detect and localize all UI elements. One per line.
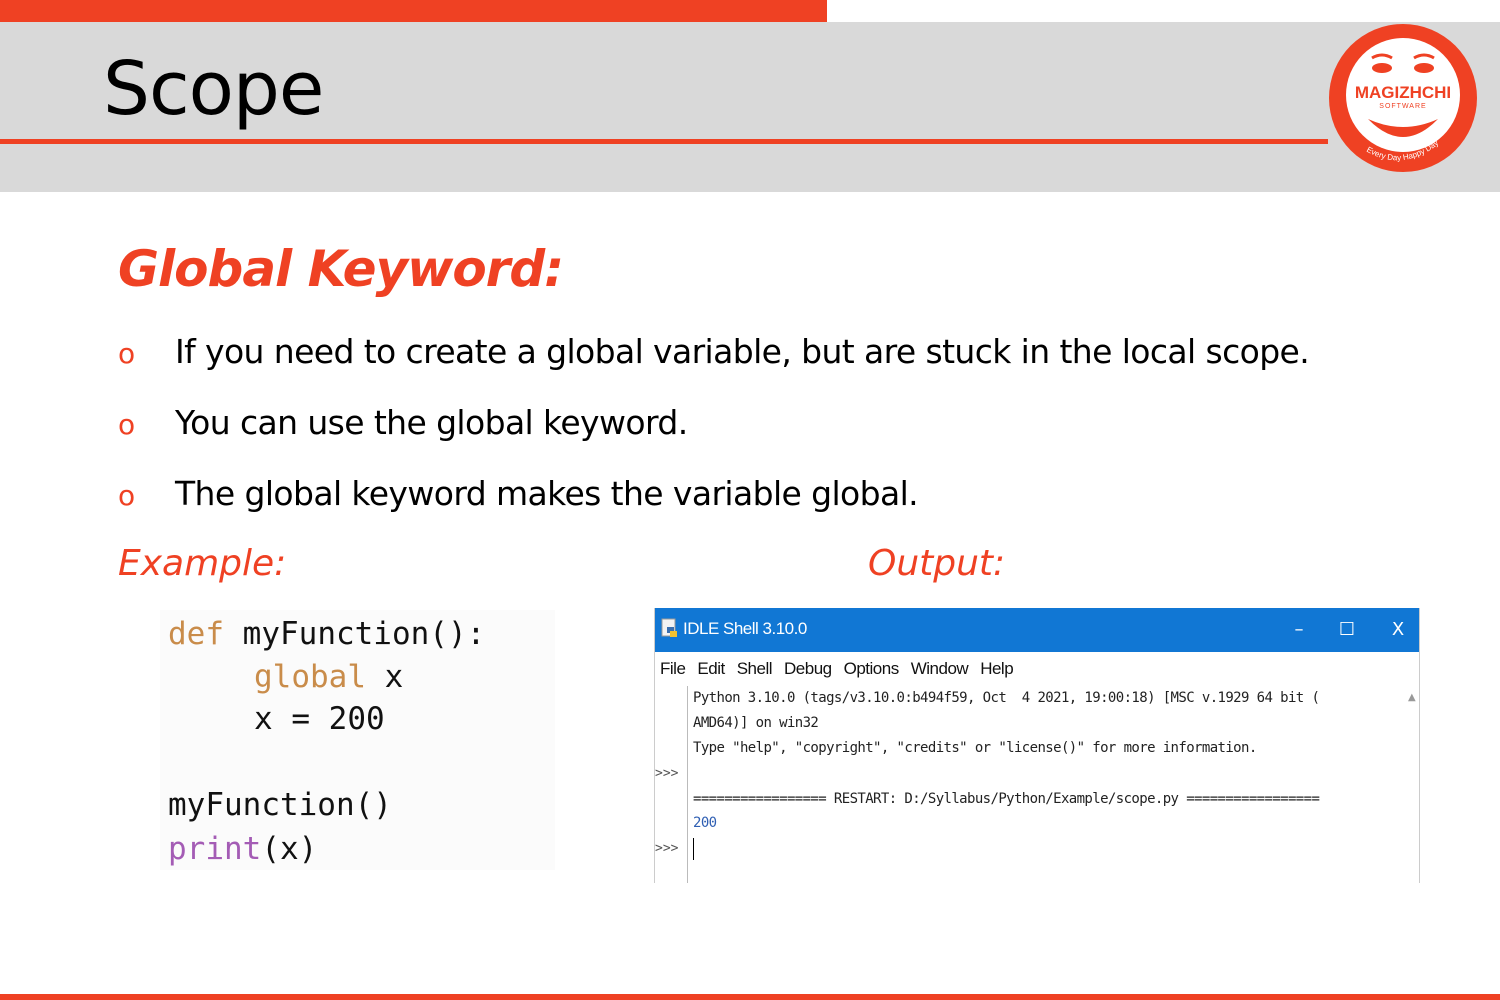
bullet-marker: o [118,479,136,512]
code-line: print(x) [168,831,317,867]
logo-brand: MAGIZHCHI [1355,83,1451,102]
scroll-up-icon[interactable]: ▲ [1408,692,1416,703]
logo-sub: SOFTWARE [1379,103,1426,110]
shell-output-line: Python 3.10.0 (tags/v3.10.0:b494f59, Oct… [693,690,1320,706]
shell-prompt: >>> [655,841,679,856]
close-button[interactable]: X [1378,614,1418,646]
idle-menubar: File Edit Shell Debug Options Window Hel… [655,654,1419,684]
section-heading: Global Keyword: [118,240,564,298]
maximize-button[interactable]: ☐ [1327,614,1367,646]
code-keyword: global [254,659,366,695]
menu-window[interactable]: Window [906,654,975,684]
example-label: Example: [118,543,287,584]
code-text: myFunction(): [224,616,486,652]
logo-graphic: MAGIZHCHI SOFTWARE Every Day Happy Day [1329,24,1477,172]
shell-restart-line: ================= RESTART: D:/Syllabus/P… [693,791,1320,807]
shell-output-line: Type "help", "copyright", "credits" or "… [693,740,1257,756]
shell-result: 200 [693,815,717,831]
header-rule [0,139,1328,144]
top-accent-bar [0,0,827,22]
code-line: def myFunction(): [168,616,485,652]
slide-title: Scope [103,46,324,132]
menu-file[interactable]: File [655,654,692,684]
code-keyword: def [168,616,224,652]
shell-output-line: AMD64)] on win32 [693,715,819,731]
bullet-text: If you need to create a global variable,… [175,332,1310,371]
idle-titlebar[interactable]: IDLE Shell 3.10.0 – ☐ X [655,608,1419,652]
code-text: x [365,659,404,695]
bullet-marker: o [118,408,136,441]
menu-help[interactable]: Help [975,654,1020,684]
idle-window-title: IDLE Shell 3.10.0 [683,619,807,638]
bullet-list: o If you need to create a global variabl… [118,330,1310,543]
text-cursor[interactable] [693,838,694,860]
bullet-item: o The global keyword makes the variable … [118,472,1309,543]
code-line: myFunction() [168,787,392,823]
menu-debug[interactable]: Debug [779,654,839,684]
bullet-marker: o [118,337,136,370]
menu-options[interactable]: Options [839,654,906,684]
python-file-icon [661,618,677,637]
output-label: Output: [868,543,1006,584]
code-line: x = 200 [254,701,385,737]
shell-prompt: >>> [655,766,679,781]
magizhchi-logo: MAGIZHCHI SOFTWARE Every Day Happy Day [1328,23,1478,173]
code-example: def myFunction(): global x x = 200 myFun… [160,610,555,870]
menu-shell[interactable]: Shell [732,654,779,684]
bottom-rule [0,994,1500,1000]
code-text: (x) [261,831,318,867]
bullet-text: You can use the global keyword. [175,403,688,442]
prompt-gutter: >>> >>> [655,686,688,883]
minimize-button[interactable]: – [1279,614,1319,646]
bullet-item: o You can use the global keyword. [118,401,1309,472]
bullet-item: o If you need to create a global variabl… [118,330,1310,401]
code-line: global x [254,659,403,695]
code-builtin: print [168,831,262,867]
idle-shell-window[interactable]: IDLE Shell 3.10.0 – ☐ X File Edit Shell … [654,608,1420,883]
bullet-text: The global keyword makes the variable gl… [175,474,919,513]
menu-edit[interactable]: Edit [692,654,731,684]
